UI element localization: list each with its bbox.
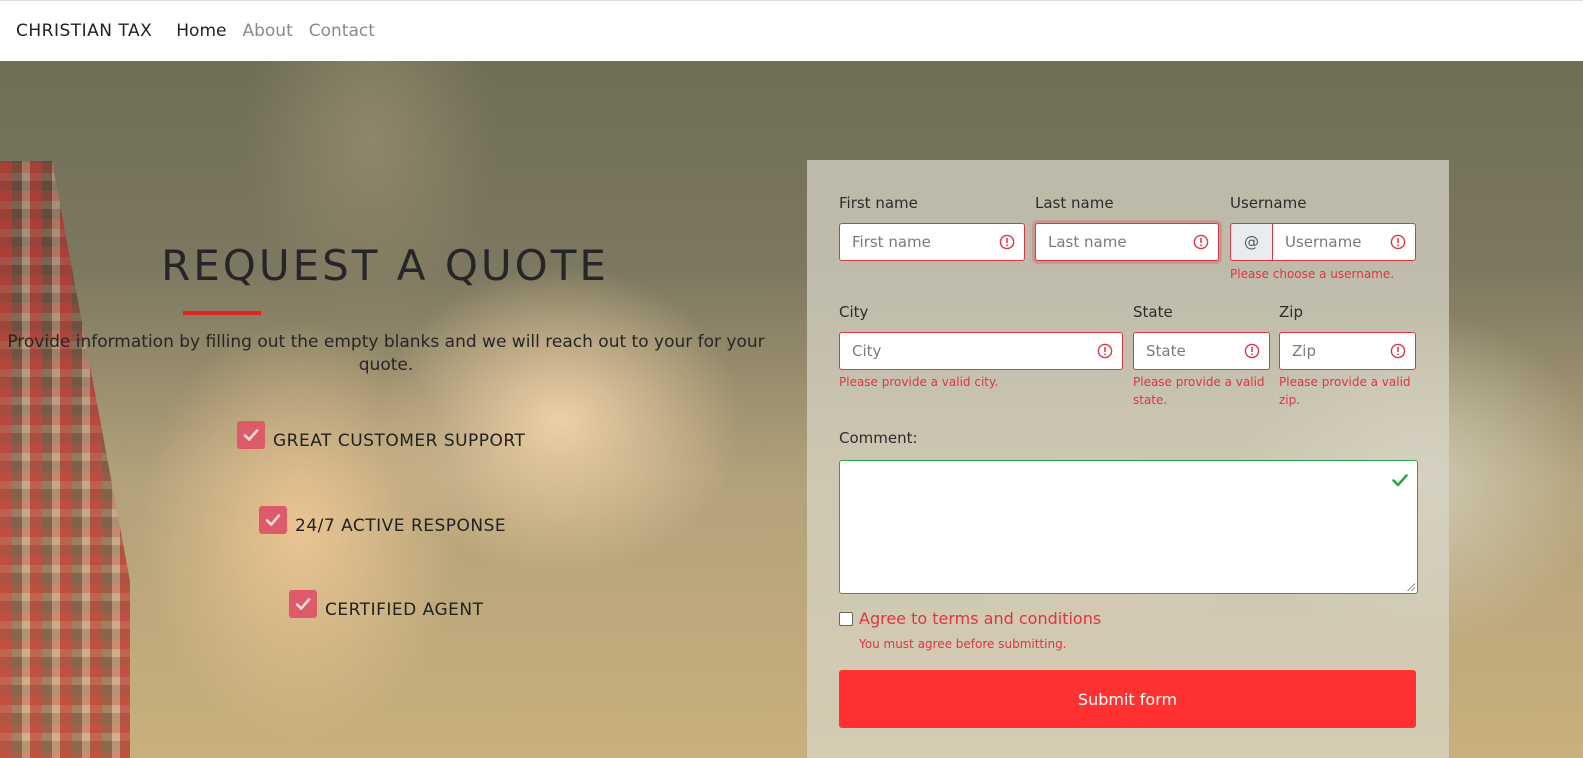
error-icon (1390, 234, 1406, 250)
error-icon (1193, 234, 1209, 250)
username-error: Please choose a username. (1230, 267, 1395, 281)
submit-button[interactable]: Submit form (839, 670, 1416, 728)
title-underline (183, 311, 261, 315)
feature-active-response: 24/7 ACTIVE RESPONSE (259, 506, 507, 536)
first-name-input[interactable] (840, 224, 1024, 260)
feature-customer-support: GREAT CUSTOMER SUPPORT (237, 421, 526, 451)
nav-link-contact[interactable]: Contact (309, 21, 375, 41)
city-field (839, 332, 1123, 370)
error-icon (1097, 343, 1113, 359)
terms-checkbox[interactable] (839, 612, 853, 626)
state-label: State (1133, 303, 1173, 321)
comment-textarea[interactable] (839, 460, 1418, 594)
quote-form: First name Last name Username @ (807, 160, 1449, 758)
state-error-line1: Please provide a valid (1133, 375, 1265, 389)
last-name-field (1035, 223, 1219, 261)
last-name-label: Last name (1035, 194, 1114, 212)
state-field (1133, 332, 1270, 370)
feature-label: GREAT CUSTOMER SUPPORT (273, 431, 526, 451)
city-error: Please provide a valid city. (839, 375, 999, 389)
terms-label[interactable]: Agree to terms and conditions (859, 609, 1101, 628)
first-name-field (839, 223, 1025, 261)
username-field (1272, 223, 1416, 261)
error-icon (1390, 343, 1406, 359)
city-input[interactable] (840, 333, 1122, 369)
feature-label: 24/7 ACTIVE RESPONSE (295, 516, 507, 536)
state-error-line2: state. (1133, 393, 1168, 407)
zip-error-line2: zip. (1279, 393, 1301, 407)
check-icon (289, 590, 317, 618)
nav-link-about[interactable]: About (242, 21, 292, 41)
feature-label: CERTIFIED AGENT (325, 600, 484, 620)
check-icon (237, 421, 265, 449)
checkmark-icon (1392, 474, 1408, 487)
resize-handle[interactable] (1407, 583, 1415, 591)
error-icon (999, 234, 1015, 250)
zip-error-line1: Please provide a valid (1279, 375, 1411, 389)
last-name-input[interactable] (1036, 224, 1218, 260)
at-prefix: @ (1230, 223, 1272, 261)
navbar: CHRISTIAN TAX Home About Contact (0, 0, 1583, 61)
brand-logo[interactable]: CHRISTIAN TAX (16, 21, 152, 41)
quote-description: Provide information by filling out the e… (7, 332, 765, 375)
page-title: REQUEST A QUOTE (161, 241, 609, 290)
feature-certified-agent: CERTIFIED AGENT (289, 590, 484, 620)
zip-field (1279, 332, 1416, 370)
first-name-label: First name (839, 194, 918, 212)
hero-section: REQUEST A QUOTE Provide information by f… (0, 61, 1583, 758)
nav-link-home[interactable]: Home (176, 21, 226, 41)
city-label: City (839, 303, 869, 321)
comment-label: Comment: (839, 429, 918, 447)
error-icon (1244, 343, 1260, 359)
terms-error: You must agree before submitting. (859, 637, 1067, 651)
check-icon (259, 506, 287, 534)
username-label: Username (1230, 194, 1307, 212)
zip-label: Zip (1279, 303, 1303, 321)
